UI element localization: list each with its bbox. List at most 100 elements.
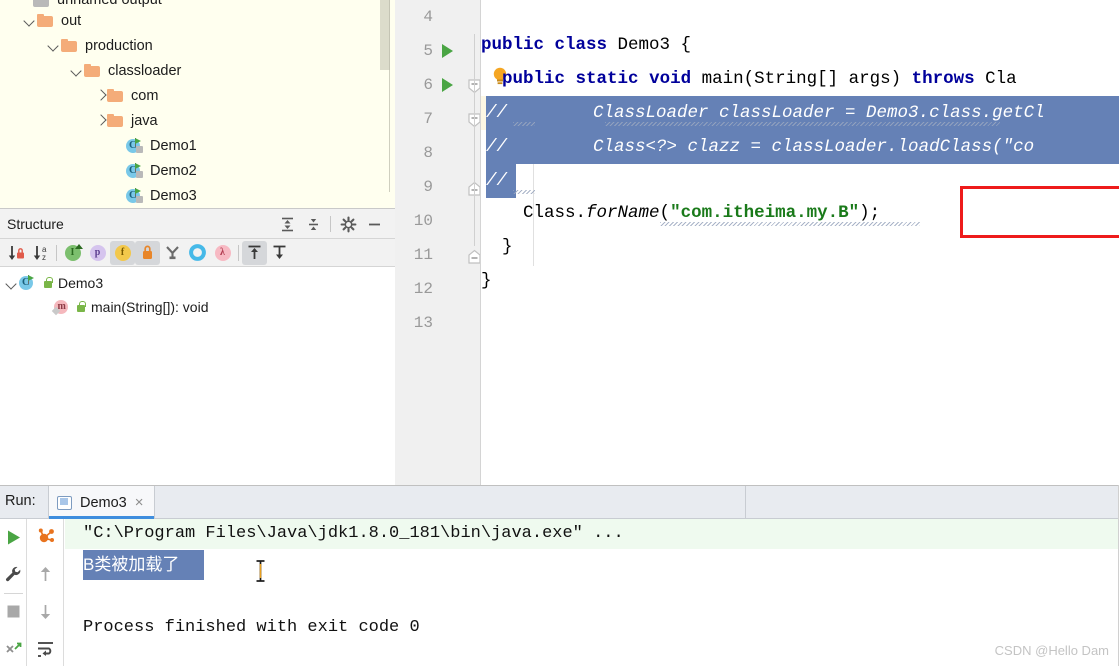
run-tab-label: Demo3 <box>80 494 127 511</box>
folder-icon <box>61 38 78 53</box>
project-tree-item-label: Demo1 <box>150 137 197 154</box>
show-fields-icon[interactable]: f <box>110 240 135 265</box>
show-lambdas-icon-glyph: λ <box>214 244 231 261</box>
chevron-down-icon[interactable] <box>6 277 19 290</box>
rerun-button-icon[interactable] <box>0 519 26 556</box>
run-config-icon <box>57 495 72 510</box>
run-tab-demo3[interactable]: Demo3 × <box>48 486 155 519</box>
gutter-line: 6 <box>395 68 481 102</box>
soft-wrap-icon[interactable] <box>28 630 63 666</box>
thread-dump-icon[interactable] <box>28 519 63 556</box>
toolbar-divider <box>238 244 239 261</box>
project-tree-scrollbar[interactable] <box>379 0 391 192</box>
chevron-down-icon[interactable] <box>48 39 61 52</box>
close-icon[interactable]: × <box>135 495 144 510</box>
console-command-line: "C:\Program Files\Java\jdk1.8.0_181\bin\… <box>83 524 624 543</box>
code-line: } <box>481 264 492 298</box>
structure-tree[interactable]: C Demo3 m main(String[]): void <box>0 267 395 319</box>
run-gutter-icon[interactable] <box>442 44 453 58</box>
collapse-all-icon[interactable] <box>300 211 326 237</box>
sort-alphabetically-icon[interactable]: az <box>28 241 53 265</box>
autoscroll-from-source-icon[interactable] <box>267 241 292 265</box>
project-tree-item-label: classloader <box>108 62 182 79</box>
expand-all-icon[interactable] <box>274 211 300 237</box>
code-token: Demo3 { <box>607 35 692 55</box>
show-interfaces-icon[interactable] <box>185 241 210 265</box>
project-tree-item-label: Demo3 <box>150 187 197 204</box>
chevron-right-icon[interactable] <box>94 89 107 102</box>
show-lambdas-icon[interactable]: λ <box>210 241 235 265</box>
structure-panel: Structure a z I p f λ C Demo3 m main(Str… <box>0 208 395 485</box>
structure-tree-item[interactable]: C Demo3 <box>0 271 395 295</box>
show-non-public-icon[interactable] <box>135 240 160 265</box>
minimize-icon[interactable] <box>361 211 387 237</box>
project-tree-item[interactable]: C Demo1 <box>0 133 395 158</box>
show-properties-icon[interactable]: p <box>85 241 110 265</box>
gutter-line: 9 <box>395 170 481 204</box>
show-inherited-icon[interactable]: I <box>60 241 85 265</box>
line-number: 11 <box>413 246 433 264</box>
project-tree-item[interactable]: C Demo2 <box>0 158 395 183</box>
project-tree-item[interactable]: classloader <box>0 58 395 83</box>
down-arrow-icon[interactable] <box>28 593 63 630</box>
project-tree-item-label: production <box>85 37 153 54</box>
project-tree-item[interactable]: out <box>0 8 395 33</box>
folder-grey-icon <box>33 0 50 8</box>
project-tree-panel[interactable]: unnamed output out production classloader co… <box>0 0 395 208</box>
line-number: 5 <box>423 42 433 60</box>
show-anonymous-icon[interactable] <box>160 241 185 265</box>
stop-button-icon[interactable] <box>0 593 26 630</box>
code-token: } <box>481 271 492 291</box>
line-number: 10 <box>413 212 433 230</box>
run-gutter-icon[interactable] <box>442 78 453 92</box>
structure-tree-item[interactable]: m main(String[]): void <box>0 295 395 319</box>
watermark-text: CSDN @Hello Dam <box>994 643 1109 658</box>
chevron-down-icon[interactable] <box>24 14 37 27</box>
up-arrow-icon[interactable] <box>28 556 63 593</box>
console-output[interactable]: "C:\Program Files\Java\jdk1.8.0_181\bin\… <box>65 519 1119 666</box>
project-tree-item[interactable]: com <box>0 83 395 108</box>
project-tree-item[interactable]: java <box>0 108 395 133</box>
gutter-line: 8 <box>395 136 481 170</box>
run-toolbar-secondary <box>28 519 64 666</box>
project-tree-item[interactable]: C Demo3 <box>0 183 395 208</box>
chevron-right-icon[interactable] <box>94 114 107 127</box>
code-token: void <box>649 69 692 89</box>
java-class-icon: C <box>126 187 145 204</box>
gutter-line: 4 <box>395 0 481 34</box>
line-number: 6 <box>423 76 433 94</box>
autoscroll-to-source-icon[interactable] <box>242 240 267 265</box>
structure-tree-item-label: Demo3 <box>58 275 104 291</box>
code-text-layer: public class Demo3 { public static void … <box>481 0 1119 485</box>
project-tree-item-label: unnamed output <box>57 0 162 8</box>
chevron-down-icon[interactable] <box>71 64 84 77</box>
project-tree-item-label: java <box>131 112 158 129</box>
gutter-line: 11 <box>395 238 481 272</box>
line-number: 13 <box>413 314 433 332</box>
code-line: } <box>481 230 513 264</box>
scrollbar-thumb[interactable] <box>380 0 390 70</box>
inspection-squiggle <box>660 222 920 226</box>
restart-button-icon[interactable] <box>0 630 26 666</box>
console-selected-output: B类被加载了 <box>83 555 180 574</box>
line-number: 4 <box>423 8 433 26</box>
code-token: ); <box>859 203 881 223</box>
editor-gutter[interactable]: 4 5 6 7 8 9 10 11 12 13 <box>395 0 481 485</box>
edit-configuration-icon[interactable] <box>0 556 26 593</box>
gear-icon[interactable] <box>335 211 361 237</box>
sort-by-visibility-icon[interactable] <box>3 241 28 265</box>
code-token: ( <box>659 203 671 223</box>
line-number: 12 <box>413 280 433 298</box>
public-visibility-icon <box>42 277 55 289</box>
project-tree-item[interactable]: unnamed output <box>0 0 395 8</box>
run-window-label: Run: <box>5 493 36 509</box>
text-cursor-icon <box>255 559 265 582</box>
code-token: Cla <box>974 69 1017 89</box>
line-number: 7 <box>423 110 433 128</box>
code-editor[interactable]: 4 5 6 7 8 9 10 11 12 13 public class Demo3 { publ… <box>395 0 1119 485</box>
java-class-icon: C <box>19 275 38 291</box>
show-properties-icon-glyph: p <box>89 244 106 261</box>
project-tree-item[interactable]: production <box>0 33 395 58</box>
